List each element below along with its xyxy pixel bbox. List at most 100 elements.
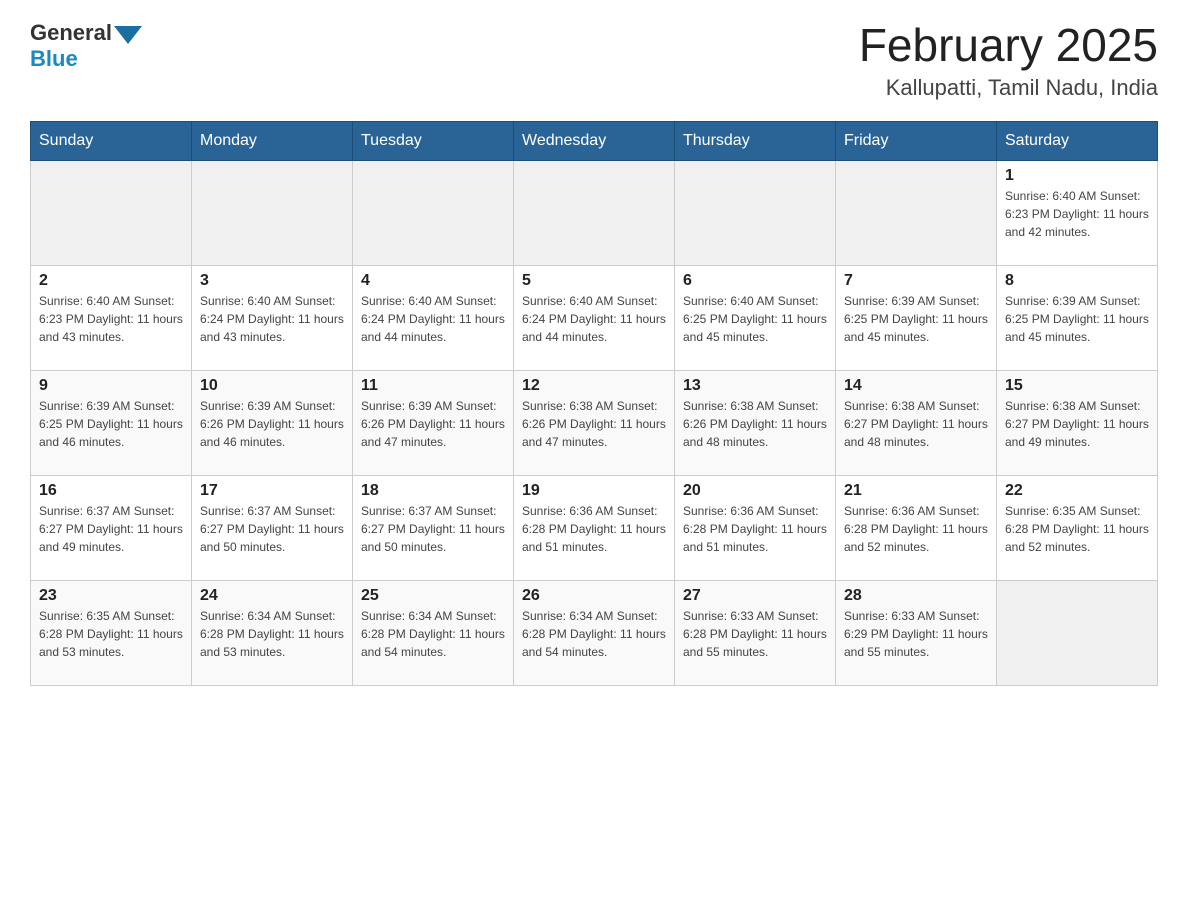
day-info: Sunrise: 6:39 AM Sunset: 6:25 PM Dayligh… — [39, 397, 183, 451]
day-number: 4 — [361, 272, 505, 290]
logo-arrow-icon — [114, 26, 142, 44]
calendar-cell: 16 Sunrise: 6:37 AM Sunset: 6:27 PM Dayli… — [31, 475, 192, 580]
header-row: Sunday Monday Tuesday Wednesday Thursday… — [31, 121, 1158, 160]
day-info: Sunrise: 6:40 AM Sunset: 6:25 PM Dayligh… — [683, 292, 827, 346]
calendar-cell: 18 Sunrise: 6:37 AM Sunset: 6:27 PM Dayli… — [353, 475, 514, 580]
week-row-1: 1 Sunrise: 6:40 AM Sunset: 6:23 PM Daylig… — [31, 160, 1158, 265]
calendar-cell: 1 Sunrise: 6:40 AM Sunset: 6:23 PM Daylig… — [997, 160, 1158, 265]
day-number: 9 — [39, 377, 183, 395]
day-info: Sunrise: 6:35 AM Sunset: 6:28 PM Dayligh… — [39, 607, 183, 661]
calendar-cell: 11 Sunrise: 6:39 AM Sunset: 6:26 PM Dayli… — [353, 370, 514, 475]
day-number: 16 — [39, 482, 183, 500]
location-text: Kallupatti, Tamil Nadu, India — [859, 75, 1158, 101]
day-number: 1 — [1005, 167, 1149, 185]
col-sunday: Sunday — [31, 121, 192, 160]
day-number: 28 — [844, 587, 988, 605]
calendar-cell — [997, 580, 1158, 685]
calendar-body: 1 Sunrise: 6:40 AM Sunset: 6:23 PM Daylig… — [31, 160, 1158, 685]
week-row-3: 9 Sunrise: 6:39 AM Sunset: 6:25 PM Daylig… — [31, 370, 1158, 475]
calendar-cell: 6 Sunrise: 6:40 AM Sunset: 6:25 PM Daylig… — [675, 265, 836, 370]
day-info: Sunrise: 6:38 AM Sunset: 6:26 PM Dayligh… — [522, 397, 666, 451]
day-info: Sunrise: 6:39 AM Sunset: 6:26 PM Dayligh… — [200, 397, 344, 451]
calendar-cell: 21 Sunrise: 6:36 AM Sunset: 6:28 PM Dayli… — [836, 475, 997, 580]
day-info: Sunrise: 6:35 AM Sunset: 6:28 PM Dayligh… — [1005, 502, 1149, 556]
day-number: 23 — [39, 587, 183, 605]
calendar-cell: 5 Sunrise: 6:40 AM Sunset: 6:24 PM Daylig… — [514, 265, 675, 370]
day-number: 21 — [844, 482, 988, 500]
title-block: February 2025 Kallupatti, Tamil Nadu, In… — [859, 20, 1158, 101]
day-info: Sunrise: 6:39 AM Sunset: 6:26 PM Dayligh… — [361, 397, 505, 451]
day-info: Sunrise: 6:36 AM Sunset: 6:28 PM Dayligh… — [522, 502, 666, 556]
col-thursday: Thursday — [675, 121, 836, 160]
day-number: 15 — [1005, 377, 1149, 395]
day-number: 12 — [522, 377, 666, 395]
day-number: 8 — [1005, 272, 1149, 290]
day-number: 18 — [361, 482, 505, 500]
calendar-cell: 24 Sunrise: 6:34 AM Sunset: 6:28 PM Dayli… — [192, 580, 353, 685]
day-number: 5 — [522, 272, 666, 290]
calendar-cell — [836, 160, 997, 265]
calendar-cell: 9 Sunrise: 6:39 AM Sunset: 6:25 PM Daylig… — [31, 370, 192, 475]
day-number: 24 — [200, 587, 344, 605]
calendar-cell: 28 Sunrise: 6:33 AM Sunset: 6:29 PM Dayli… — [836, 580, 997, 685]
col-tuesday: Tuesday — [353, 121, 514, 160]
day-number: 10 — [200, 377, 344, 395]
day-info: Sunrise: 6:38 AM Sunset: 6:26 PM Dayligh… — [683, 397, 827, 451]
calendar-cell: 23 Sunrise: 6:35 AM Sunset: 6:28 PM Dayli… — [31, 580, 192, 685]
day-number: 11 — [361, 377, 505, 395]
day-info: Sunrise: 6:36 AM Sunset: 6:28 PM Dayligh… — [844, 502, 988, 556]
day-number: 20 — [683, 482, 827, 500]
day-number: 7 — [844, 272, 988, 290]
logo-general-text: General — [30, 20, 112, 46]
page-header: General Blue February 2025 Kallupatti, T… — [30, 20, 1158, 101]
day-number: 25 — [361, 587, 505, 605]
calendar-table: Sunday Monday Tuesday Wednesday Thursday… — [30, 121, 1158, 686]
calendar-cell: 2Sunrise: 6:40 AM Sunset: 6:23 PM Daylig… — [31, 265, 192, 370]
day-number: 3 — [200, 272, 344, 290]
calendar-cell: 25Sunrise: 6:34 AM Sunset: 6:28 PM Dayli… — [353, 580, 514, 685]
week-row-2: 2Sunrise: 6:40 AM Sunset: 6:23 PM Daylig… — [31, 265, 1158, 370]
day-info: Sunrise: 6:40 AM Sunset: 6:24 PM Dayligh… — [361, 292, 505, 346]
day-info: Sunrise: 6:33 AM Sunset: 6:29 PM Dayligh… — [844, 607, 988, 661]
calendar-cell — [675, 160, 836, 265]
calendar-cell: 27Sunrise: 6:33 AM Sunset: 6:28 PM Dayli… — [675, 580, 836, 685]
day-info: Sunrise: 6:37 AM Sunset: 6:27 PM Dayligh… — [39, 502, 183, 556]
calendar-cell: 12 Sunrise: 6:38 AM Sunset: 6:26 PM Dayli… — [514, 370, 675, 475]
day-number: 6 — [683, 272, 827, 290]
calendar-cell — [31, 160, 192, 265]
month-year-heading: February 2025 — [859, 20, 1158, 71]
day-info: Sunrise: 6:37 AM Sunset: 6:27 PM Dayligh… — [200, 502, 344, 556]
day-info: Sunrise: 6:37 AM Sunset: 6:27 PM Dayligh… — [361, 502, 505, 556]
day-info: Sunrise: 6:40 AM Sunset: 6:24 PM Dayligh… — [522, 292, 666, 346]
day-info: Sunrise: 6:38 AM Sunset: 6:27 PM Dayligh… — [1005, 397, 1149, 451]
calendar-cell: 22Sunrise: 6:35 AM Sunset: 6:28 PM Dayli… — [997, 475, 1158, 580]
calendar-cell: 3 Sunrise: 6:40 AM Sunset: 6:24 PM Daylig… — [192, 265, 353, 370]
col-monday: Monday — [192, 121, 353, 160]
calendar-cell — [353, 160, 514, 265]
logo-blue-text: Blue — [30, 46, 78, 72]
calendar-cell: 26 Sunrise: 6:34 AM Sunset: 6:28 PM Dayli… — [514, 580, 675, 685]
col-friday: Friday — [836, 121, 997, 160]
day-number: 17 — [200, 482, 344, 500]
calendar-header: Sunday Monday Tuesday Wednesday Thursday… — [31, 121, 1158, 160]
day-number: 13 — [683, 377, 827, 395]
col-saturday: Saturday — [997, 121, 1158, 160]
day-info: Sunrise: 6:34 AM Sunset: 6:28 PM Dayligh… — [200, 607, 344, 661]
calendar-cell: 13 Sunrise: 6:38 AM Sunset: 6:26 PM Dayli… — [675, 370, 836, 475]
calendar-cell — [514, 160, 675, 265]
day-info: Sunrise: 6:34 AM Sunset: 6:28 PM Dayligh… — [522, 607, 666, 661]
calendar-cell: 15 Sunrise: 6:38 AM Sunset: 6:27 PM Dayli… — [997, 370, 1158, 475]
day-number: 26 — [522, 587, 666, 605]
day-info: Sunrise: 6:40 AM Sunset: 6:23 PM Dayligh… — [1005, 187, 1149, 241]
day-info: Sunrise: 6:36 AM Sunset: 6:28 PM Dayligh… — [683, 502, 827, 556]
calendar-cell: 4 Sunrise: 6:40 AM Sunset: 6:24 PM Daylig… — [353, 265, 514, 370]
day-number: 19 — [522, 482, 666, 500]
day-number: 27 — [683, 587, 827, 605]
calendar-cell: 14Sunrise: 6:38 AM Sunset: 6:27 PM Dayli… — [836, 370, 997, 475]
day-info: Sunrise: 6:39 AM Sunset: 6:25 PM Dayligh… — [844, 292, 988, 346]
day-info: Sunrise: 6:39 AM Sunset: 6:25 PM Dayligh… — [1005, 292, 1149, 346]
day-info: Sunrise: 6:40 AM Sunset: 6:23 PM Dayligh… — [39, 292, 183, 346]
logo: General Blue — [30, 20, 142, 72]
calendar-cell: 20 Sunrise: 6:36 AM Sunset: 6:28 PM Dayli… — [675, 475, 836, 580]
day-info: Sunrise: 6:40 AM Sunset: 6:24 PM Dayligh… — [200, 292, 344, 346]
